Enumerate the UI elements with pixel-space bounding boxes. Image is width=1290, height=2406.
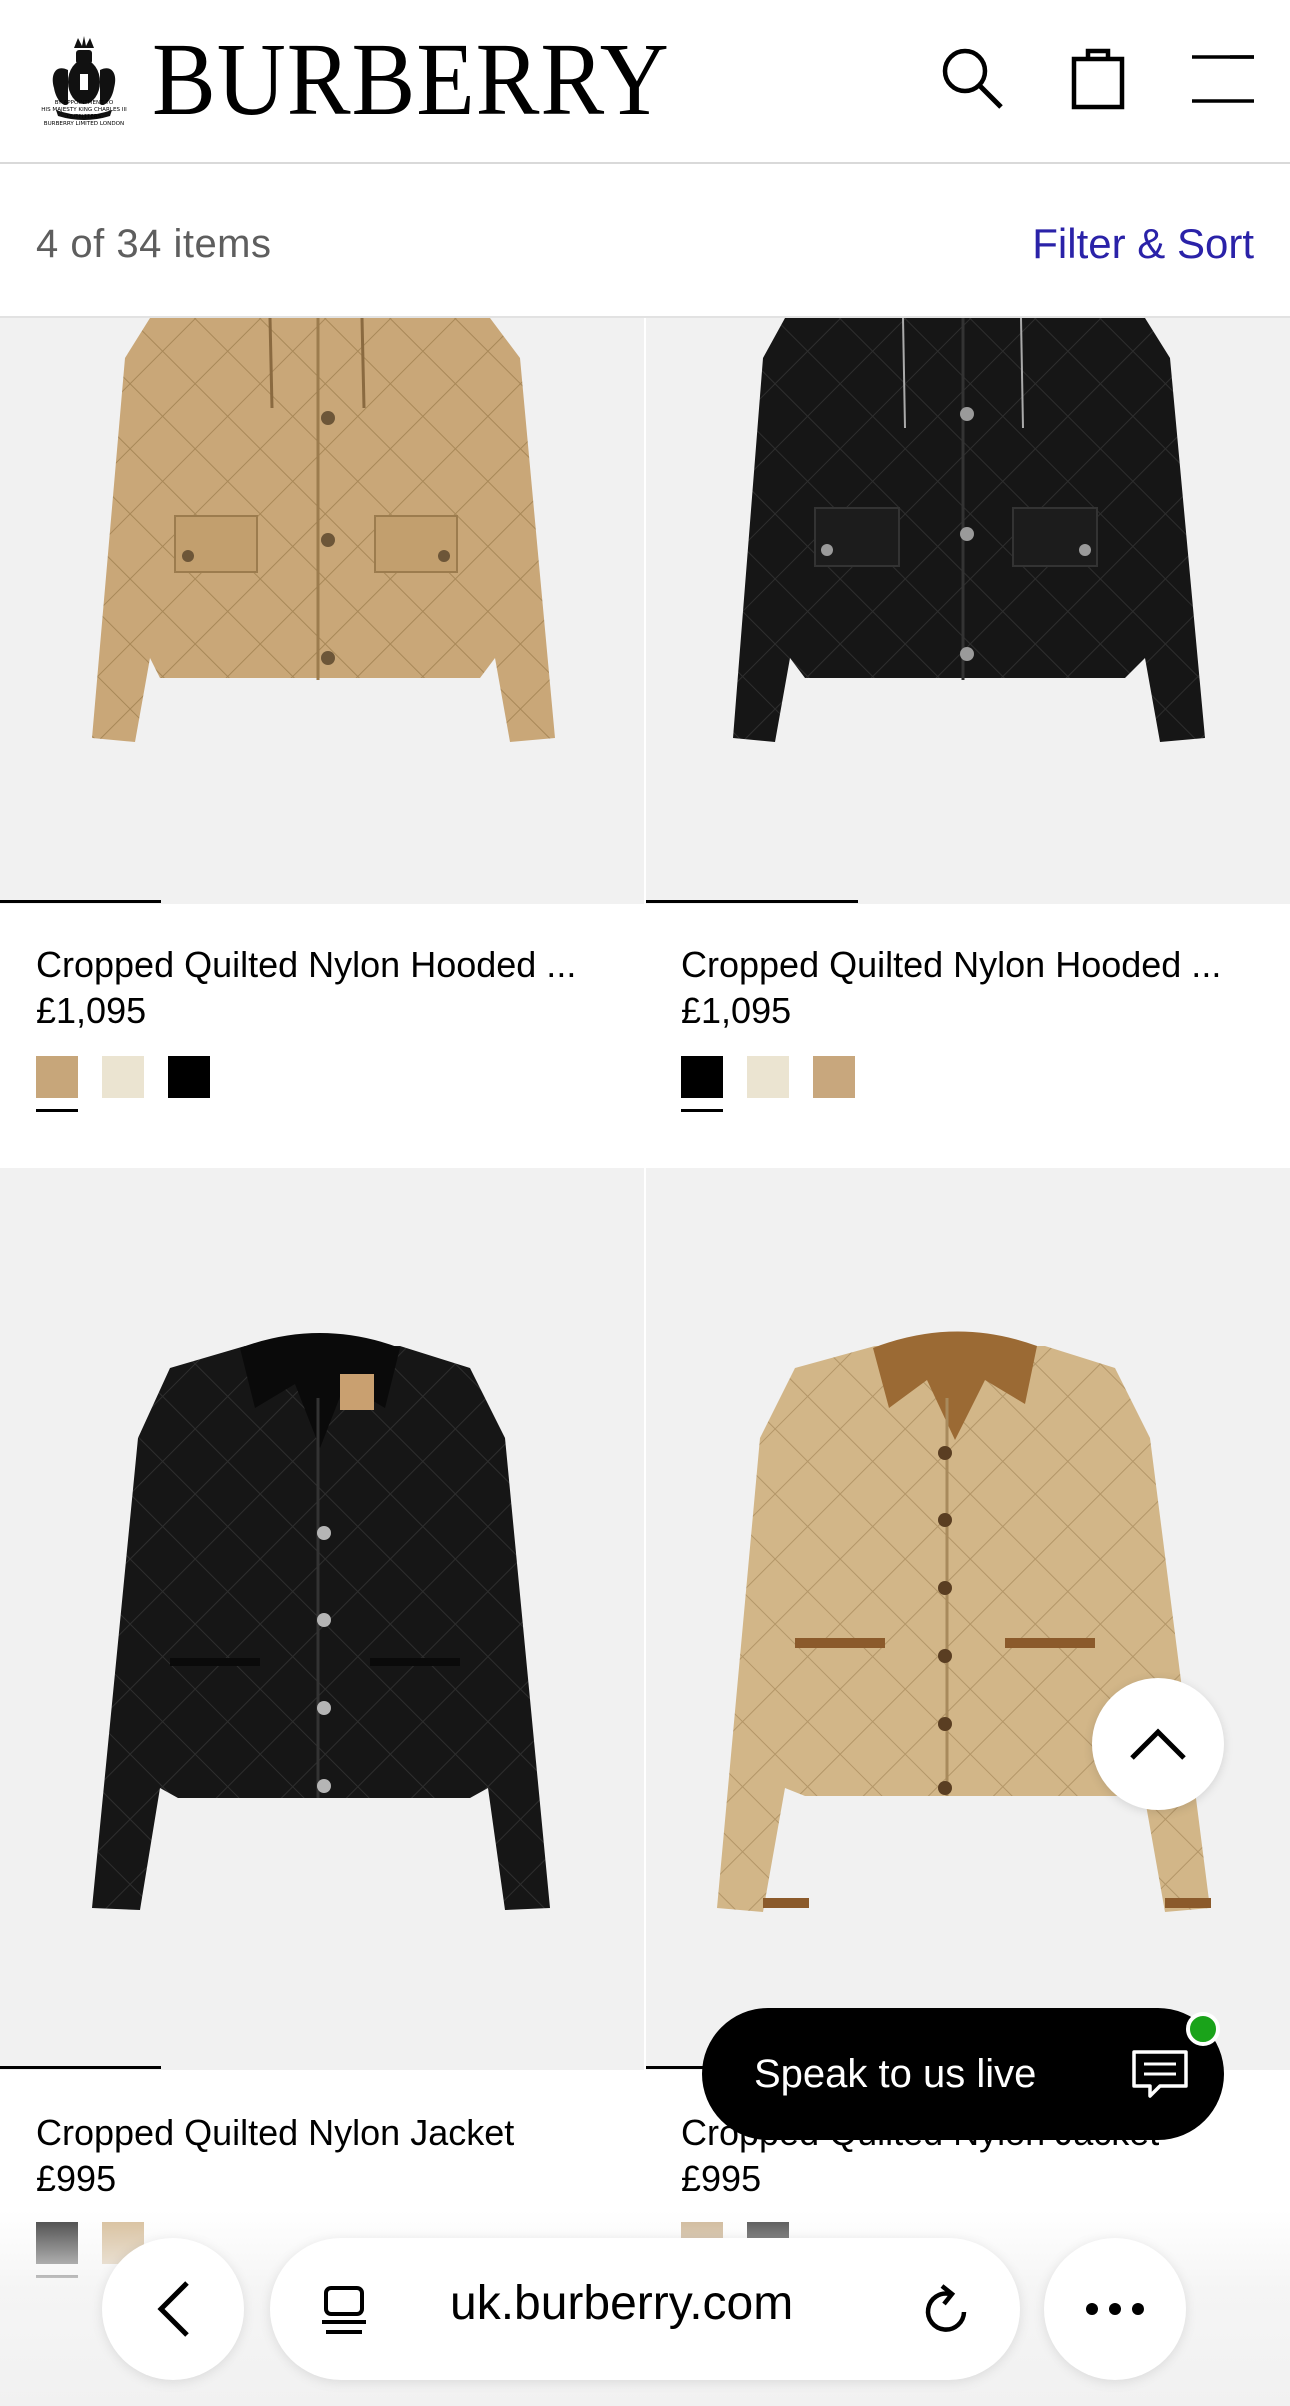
shopping-bag-button[interactable] (1060, 36, 1136, 120)
live-chat-button[interactable]: Speak to us live (702, 2008, 1224, 2140)
site-header: BY APPOINTMENT TO HIS MAJESTY KING CHARL… (0, 0, 1290, 164)
color-swatch[interactable] (813, 1056, 855, 1098)
search-button[interactable] (934, 36, 1010, 120)
color-swatch[interactable] (102, 1056, 144, 1098)
online-status-dot (1186, 2012, 1220, 2046)
color-swatch[interactable] (168, 1056, 210, 1098)
scroll-to-top-button[interactable] (1092, 1678, 1224, 1810)
product-image[interactable] (0, 318, 645, 904)
address-bar[interactable]: uk.burberry.com (270, 2238, 1020, 2380)
collared-jacket-image (92, 1333, 550, 1910)
more-options-button[interactable] (1044, 2238, 1186, 2380)
product-image[interactable] (645, 318, 1290, 904)
product-price: £995 (36, 2158, 117, 2199)
color-swatches (681, 1056, 855, 1112)
hooded-jacket-image (92, 318, 555, 742)
browser-toolbar: uk.burberry.com (0, 2210, 1290, 2406)
grid-divider (644, 1168, 646, 2070)
product-price: £1,095 (681, 990, 792, 1031)
chevron-left-icon (157, 2281, 189, 2337)
results-bar: 4 of 34 items Filter & Sort (0, 166, 1290, 318)
collared-jacket-image (717, 1331, 1211, 1912)
product-price: £995 (681, 2158, 762, 2199)
more-icon (1086, 2303, 1144, 2315)
back-button[interactable] (102, 2238, 244, 2380)
search-icon (942, 48, 1003, 109)
shopping-bag-icon (1071, 48, 1125, 110)
hooded-jacket-image (733, 318, 1205, 742)
live-chat-label: Speak to us live (754, 2052, 1037, 2096)
filter-sort-button[interactable]: Filter & Sort (1032, 220, 1254, 268)
image-carousel-progress (0, 2066, 161, 2069)
product-title[interactable]: Cropped Quilted Nylon Hooded ... (36, 944, 616, 986)
color-swatch[interactable] (36, 1056, 78, 1112)
product-image[interactable] (645, 1168, 1290, 2070)
reload-icon[interactable] (920, 2282, 974, 2338)
menu-icon (1192, 55, 1254, 103)
chevron-up-icon (1130, 1728, 1186, 1760)
chat-bubble-icon (1132, 2050, 1188, 2098)
royal-warrant-text: BY APPOINTMENT TO HIS MAJESTY KING CHARL… (41, 100, 127, 127)
product-title[interactable]: Cropped Quilted Nylon Jacket (36, 2112, 616, 2154)
tabs-icon (322, 2286, 366, 2334)
product-image[interactable] (0, 1168, 645, 2070)
grid-divider (644, 318, 646, 904)
image-carousel-progress (0, 900, 161, 903)
product-title[interactable]: Cropped Quilted Nylon Hooded ... (681, 944, 1261, 986)
color-swatches (36, 1056, 210, 1112)
results-count: 4 of 34 items (36, 222, 272, 266)
menu-button[interactable] (1186, 36, 1262, 120)
color-swatch[interactable] (681, 1056, 723, 1112)
image-carousel-progress (645, 900, 858, 903)
color-swatch[interactable] (747, 1056, 789, 1098)
product-price: £1,095 (36, 990, 147, 1031)
url-text: uk.burberry.com (450, 2277, 794, 2330)
brand-logo[interactable]: BURBERRY (152, 28, 670, 132)
